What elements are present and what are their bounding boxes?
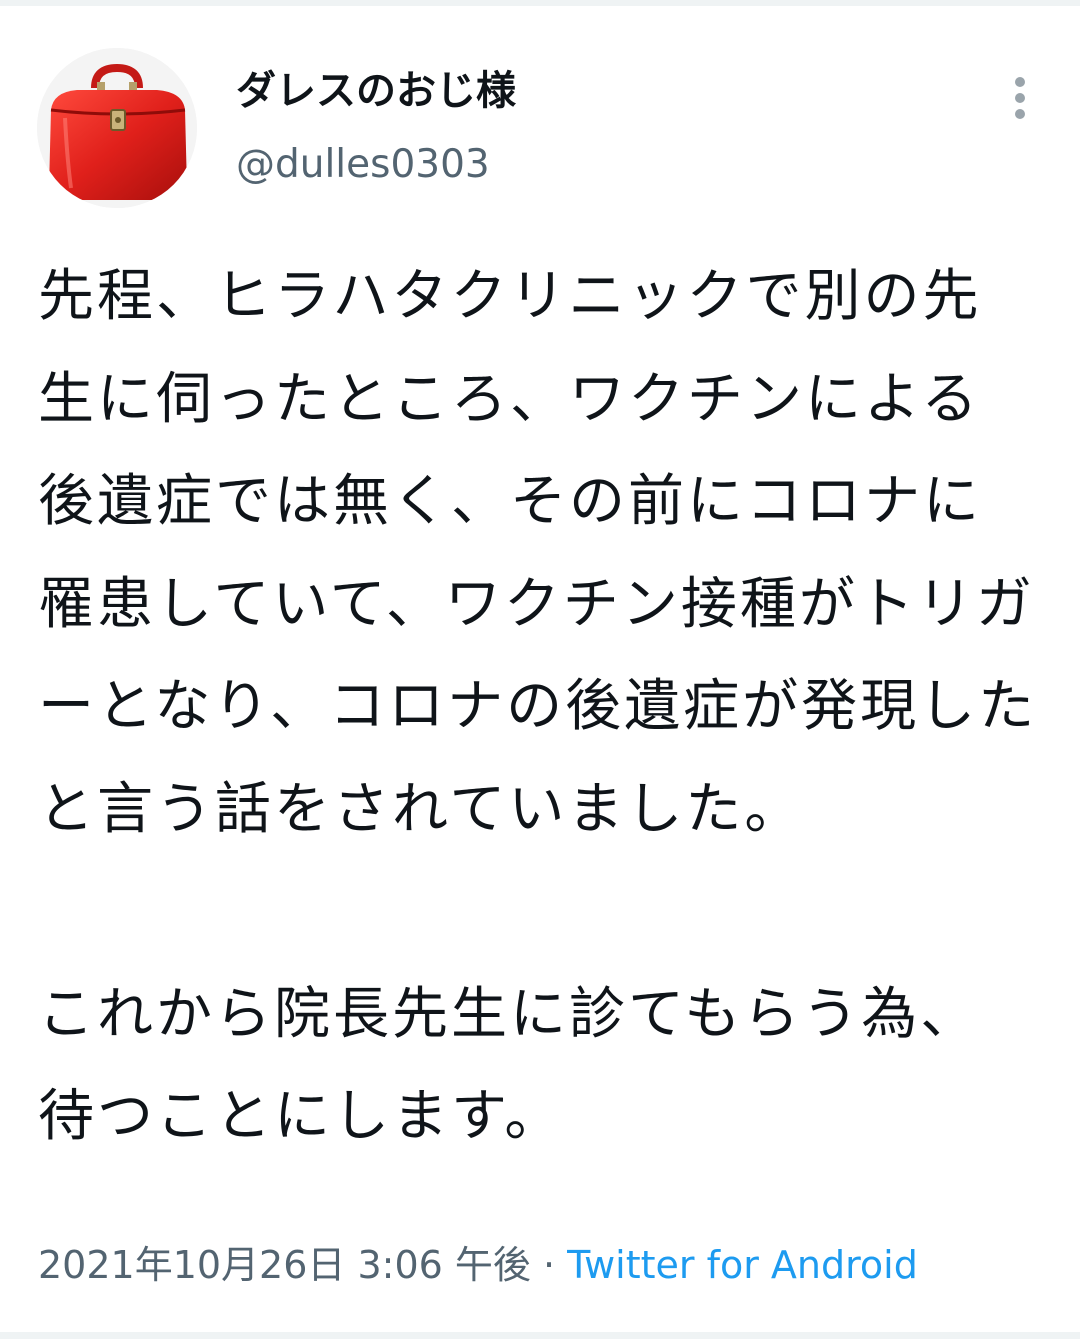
tweet-source-link[interactable]: Twitter for Android xyxy=(567,1243,918,1287)
more-options-button[interactable] xyxy=(1002,74,1038,122)
author-handle[interactable]: @dulles0303 xyxy=(236,140,490,190)
red-doctor-bag-icon xyxy=(37,48,197,208)
bottom-divider xyxy=(0,1332,1080,1339)
avatar[interactable] xyxy=(37,48,197,208)
tweet-timestamp[interactable]: 2021年10月26日 3:06 午後 xyxy=(38,1243,531,1287)
author-display-name[interactable]: ダレスのおじ様 xyxy=(236,66,516,116)
tweet-meta: 2021年10月26日 3:06 午後 · Twitter for Androi… xyxy=(38,1240,918,1290)
more-vertical-icon xyxy=(1015,77,1025,119)
meta-separator: · xyxy=(530,1243,568,1287)
tweet: ダレスのおじ様 @dulles0303 先程、ヒラハタクリニックで別の先生に伺っ… xyxy=(0,6,1080,1332)
tweet-text: 先程、ヒラハタクリニックで別の先生に伺ったところ、ワクチンによる後遺症では無く、… xyxy=(38,264,1038,1149)
